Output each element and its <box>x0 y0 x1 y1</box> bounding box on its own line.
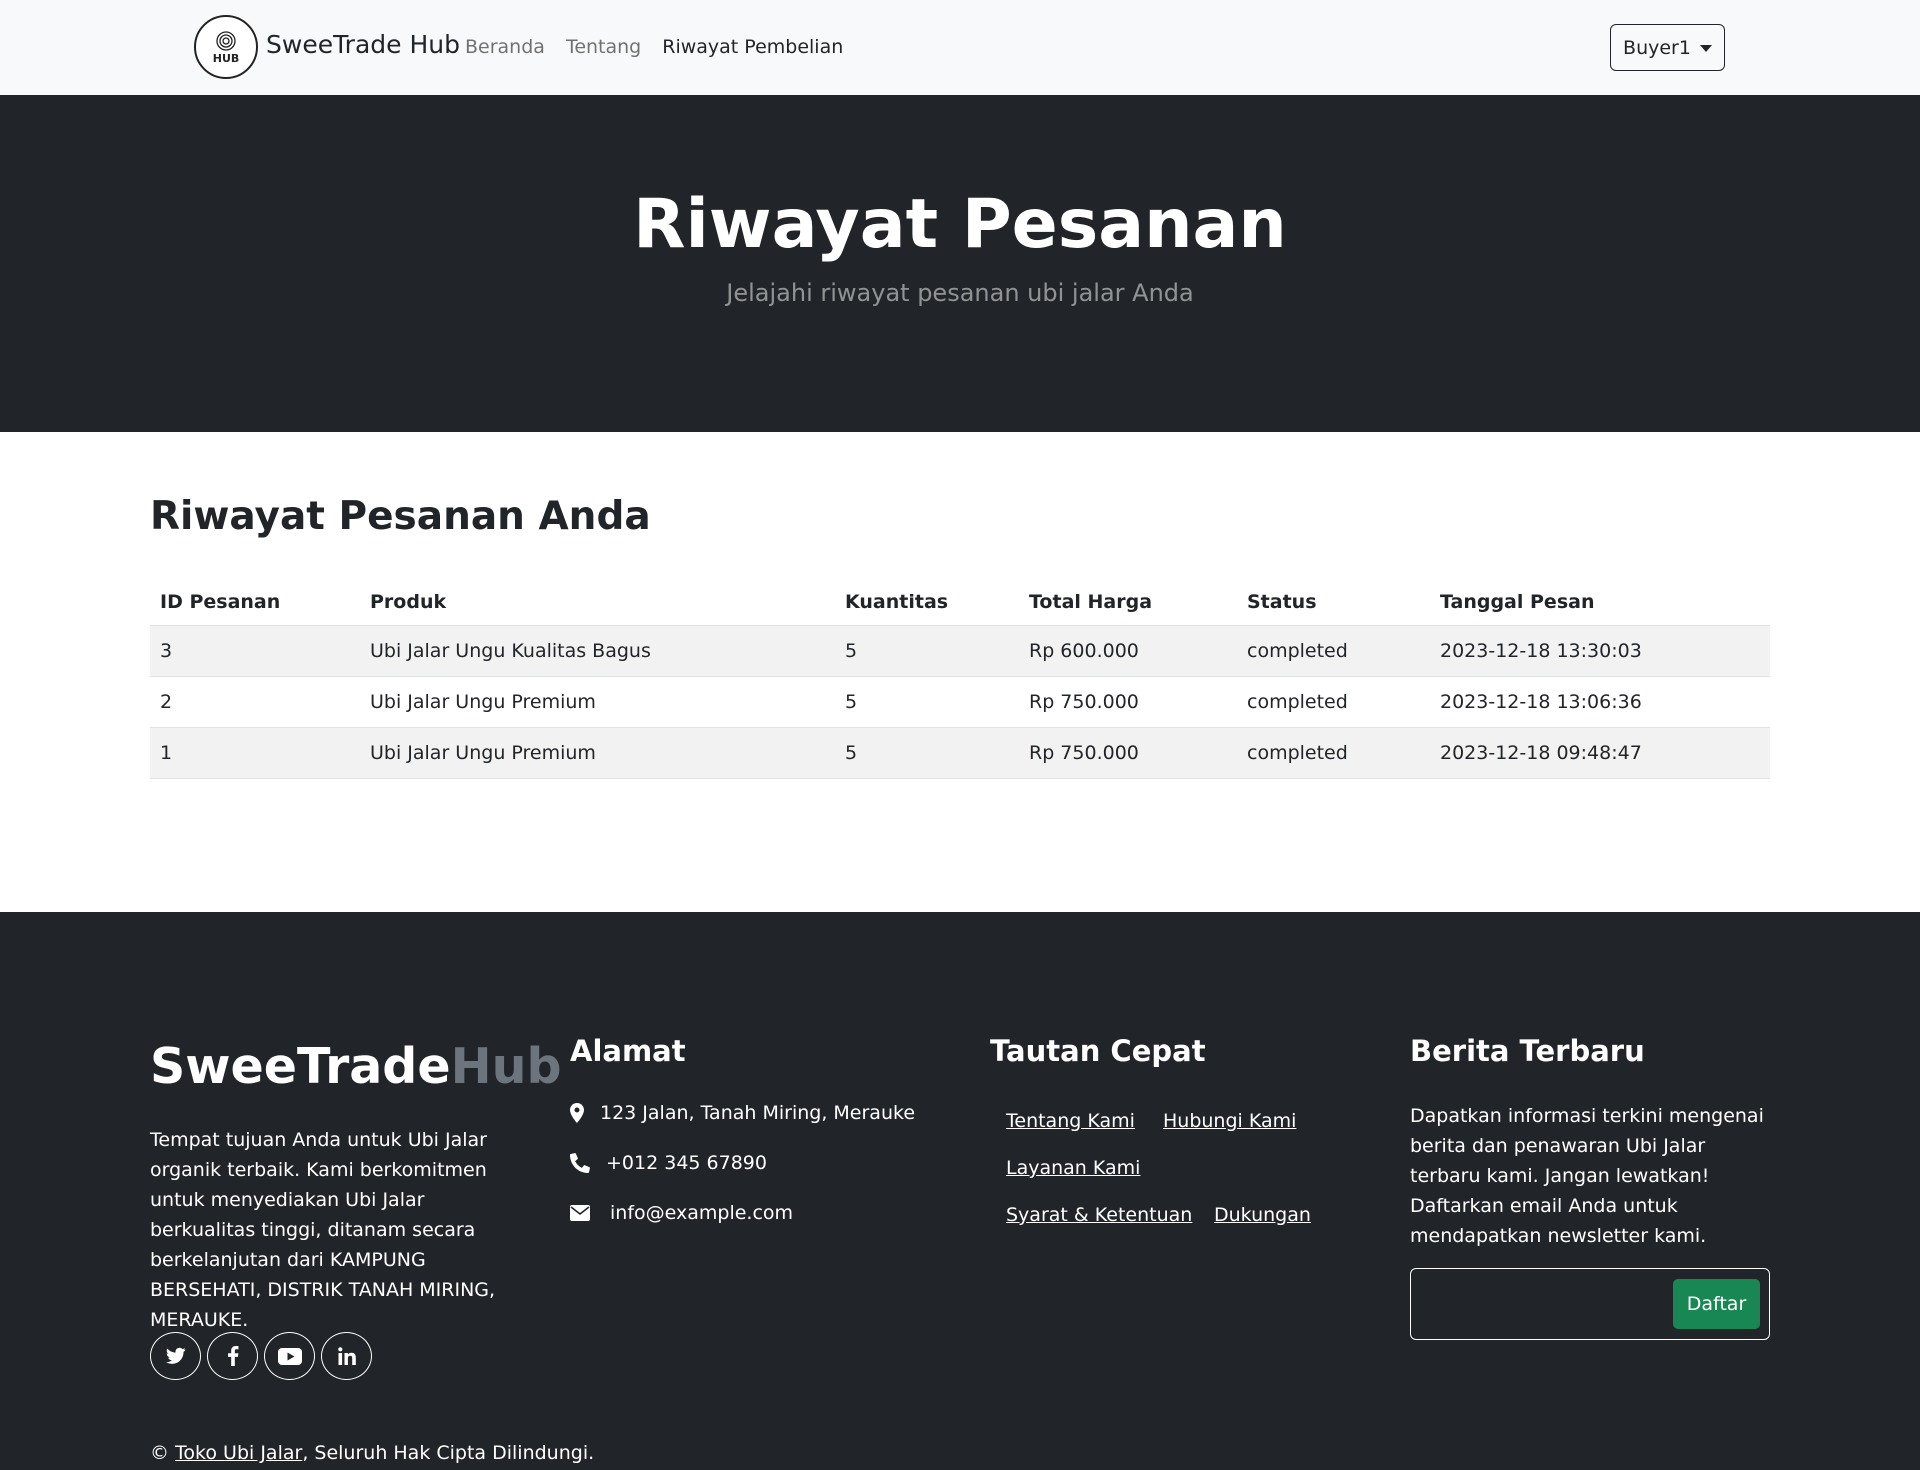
footer-brand: SweeTradeHub <box>150 1038 562 1095</box>
social-links <box>150 1332 372 1380</box>
footer-brand-accent: Hub <box>450 1038 562 1095</box>
quick-link-dukungan[interactable]: Dukungan <box>1214 1204 1311 1226</box>
cell-status: completed <box>1237 625 1430 677</box>
table-row: 3 Ubi Jalar Ungu Kualitas Bagus 5 Rp 600… <box>150 625 1770 677</box>
column-header: Total Harga <box>1019 580 1237 626</box>
logo-text: HUB <box>212 52 240 65</box>
quick-link-tentang-kami[interactable]: Tentang Kami <box>1006 1110 1135 1132</box>
twitter-button[interactable] <box>150 1332 201 1380</box>
cell-order-date: 2023-12-18 13:06:36 <box>1430 676 1770 728</box>
cell-quantity: 5 <box>835 625 1019 677</box>
facebook-icon <box>227 1346 238 1366</box>
table-row: 2 Ubi Jalar Ungu Premium 5 Rp 750.000 co… <box>150 676 1770 728</box>
cell-product: Ubi Jalar Ungu Premium <box>360 727 835 779</box>
newsletter-email-input[interactable] <box>1421 1279 1671 1329</box>
cell-total-price: Rp 750.000 <box>1019 727 1237 779</box>
navbar: HUB SweeTrade Hub Beranda Tentang Riwaya… <box>0 0 1920 95</box>
linkedin-icon <box>337 1347 356 1365</box>
footer: SweeTradeHub Tempat tujuan Anda untuk Ub… <box>0 912 1920 1470</box>
cell-total-price: Rp 750.000 <box>1019 676 1237 728</box>
column-header: Produk <box>360 580 835 626</box>
quick-link-hubungi-kami[interactable]: Hubungi Kami <box>1163 1110 1296 1132</box>
orders-section: Riwayat Pesanan Anda ID Pesanan Produk K… <box>0 432 1920 912</box>
address-heading: Alamat <box>570 1034 686 1068</box>
phone-icon <box>570 1153 606 1173</box>
orders-table: ID Pesanan Produk Kuantitas Total Harga … <box>150 580 1770 779</box>
brand-name[interactable]: SweeTrade Hub <box>266 30 460 59</box>
footer-brand-main: SweeTrade <box>150 1038 451 1095</box>
column-header: Tanggal Pesan <box>1430 580 1770 626</box>
page-subtitle: Jelajahi riwayat pesanan ubi jalar Anda <box>726 279 1194 307</box>
twitter-icon <box>165 1347 186 1364</box>
nav-link-tentang[interactable]: Tentang <box>566 36 641 58</box>
facebook-button[interactable] <box>207 1332 258 1380</box>
newsletter-text: Dapatkan informasi terkini mengenai beri… <box>1410 1105 1764 1247</box>
brand[interactable]: HUB SweeTrade Hub <box>194 15 460 79</box>
cell-order-date: 2023-12-18 09:48:47 <box>1430 727 1770 779</box>
brand-logo: HUB <box>194 15 258 79</box>
column-header: Kuantitas <box>835 580 1019 626</box>
nav-link-riwayat-pembelian[interactable]: Riwayat Pembelian <box>662 36 843 58</box>
cell-order-id: 2 <box>150 676 360 728</box>
envelope-icon <box>570 1205 610 1221</box>
footer-description: Tempat tujuan Anda untuk Ubi Jalar organ… <box>150 1129 496 1331</box>
newsletter-subscribe-button[interactable]: Daftar <box>1673 1279 1760 1329</box>
table-row: 1 Ubi Jalar Ungu Premium 5 Rp 750.000 co… <box>150 727 1770 779</box>
nav-link-beranda[interactable]: Beranda <box>465 36 545 58</box>
cell-product: Ubi Jalar Ungu Kualitas Bagus <box>360 625 835 677</box>
youtube-icon <box>277 1347 302 1365</box>
copyright-text: , Seluruh Hak Cipta Dilindungi. <box>302 1442 595 1464</box>
fingerprint-icon <box>216 31 236 51</box>
quick-link-syarat-ketentuan[interactable]: Syarat & Ketentuan <box>1006 1204 1192 1226</box>
youtube-button[interactable] <box>264 1332 315 1380</box>
address-phone: +012 345 67890 <box>570 1152 767 1174</box>
copyright: © Toko Ubi Jalar, Seluruh Hak Cipta Dili… <box>150 1442 594 1464</box>
copyright-symbol: © <box>150 1442 169 1464</box>
quick-link-layanan-kami[interactable]: Layanan Kami <box>1006 1157 1140 1179</box>
cell-product: Ubi Jalar Ungu Premium <box>360 676 835 728</box>
cell-quantity: 5 <box>835 727 1019 779</box>
copyright-link[interactable]: Toko Ubi Jalar <box>175 1442 302 1464</box>
cell-quantity: 5 <box>835 676 1019 728</box>
column-header: ID Pesanan <box>150 580 360 626</box>
map-marker-icon <box>570 1103 600 1123</box>
page-title: Riwayat Pesanan <box>633 185 1287 264</box>
newsletter-heading: Berita Terbaru <box>1410 1034 1645 1068</box>
nav-links: Beranda Tentang Riwayat Pembelian <box>465 36 843 58</box>
column-header: Status <box>1237 580 1430 626</box>
address-location: 123 Jalan, Tanah Miring, Merauke <box>570 1102 915 1124</box>
hero-banner: Riwayat Pesanan Jelajahi riwayat pesanan… <box>0 95 1920 432</box>
address-location-text: 123 Jalan, Tanah Miring, Merauke <box>600 1102 916 1124</box>
user-dropdown-button[interactable]: Buyer1 <box>1610 24 1725 71</box>
table-header-row: ID Pesanan Produk Kuantitas Total Harga … <box>150 580 1770 626</box>
address-email-text: info@example.com <box>610 1202 794 1224</box>
linkedin-button[interactable] <box>321 1332 372 1380</box>
cell-total-price: Rp 600.000 <box>1019 625 1237 677</box>
cell-order-id: 3 <box>150 625 360 677</box>
cell-order-date: 2023-12-18 13:30:03 <box>1430 625 1770 677</box>
caret-down-icon <box>1699 45 1712 52</box>
address-email: info@example.com <box>570 1202 793 1224</box>
newsletter-form: Daftar <box>1410 1268 1770 1340</box>
user-name: Buyer1 <box>1623 36 1691 59</box>
cell-status: completed <box>1237 676 1430 728</box>
cell-order-id: 1 <box>150 727 360 779</box>
orders-heading: Riwayat Pesanan Anda <box>150 494 651 539</box>
address-phone-text: +012 345 67890 <box>606 1152 767 1174</box>
quick-links-heading: Tautan Cepat <box>990 1034 1206 1068</box>
cell-status: completed <box>1237 727 1430 779</box>
